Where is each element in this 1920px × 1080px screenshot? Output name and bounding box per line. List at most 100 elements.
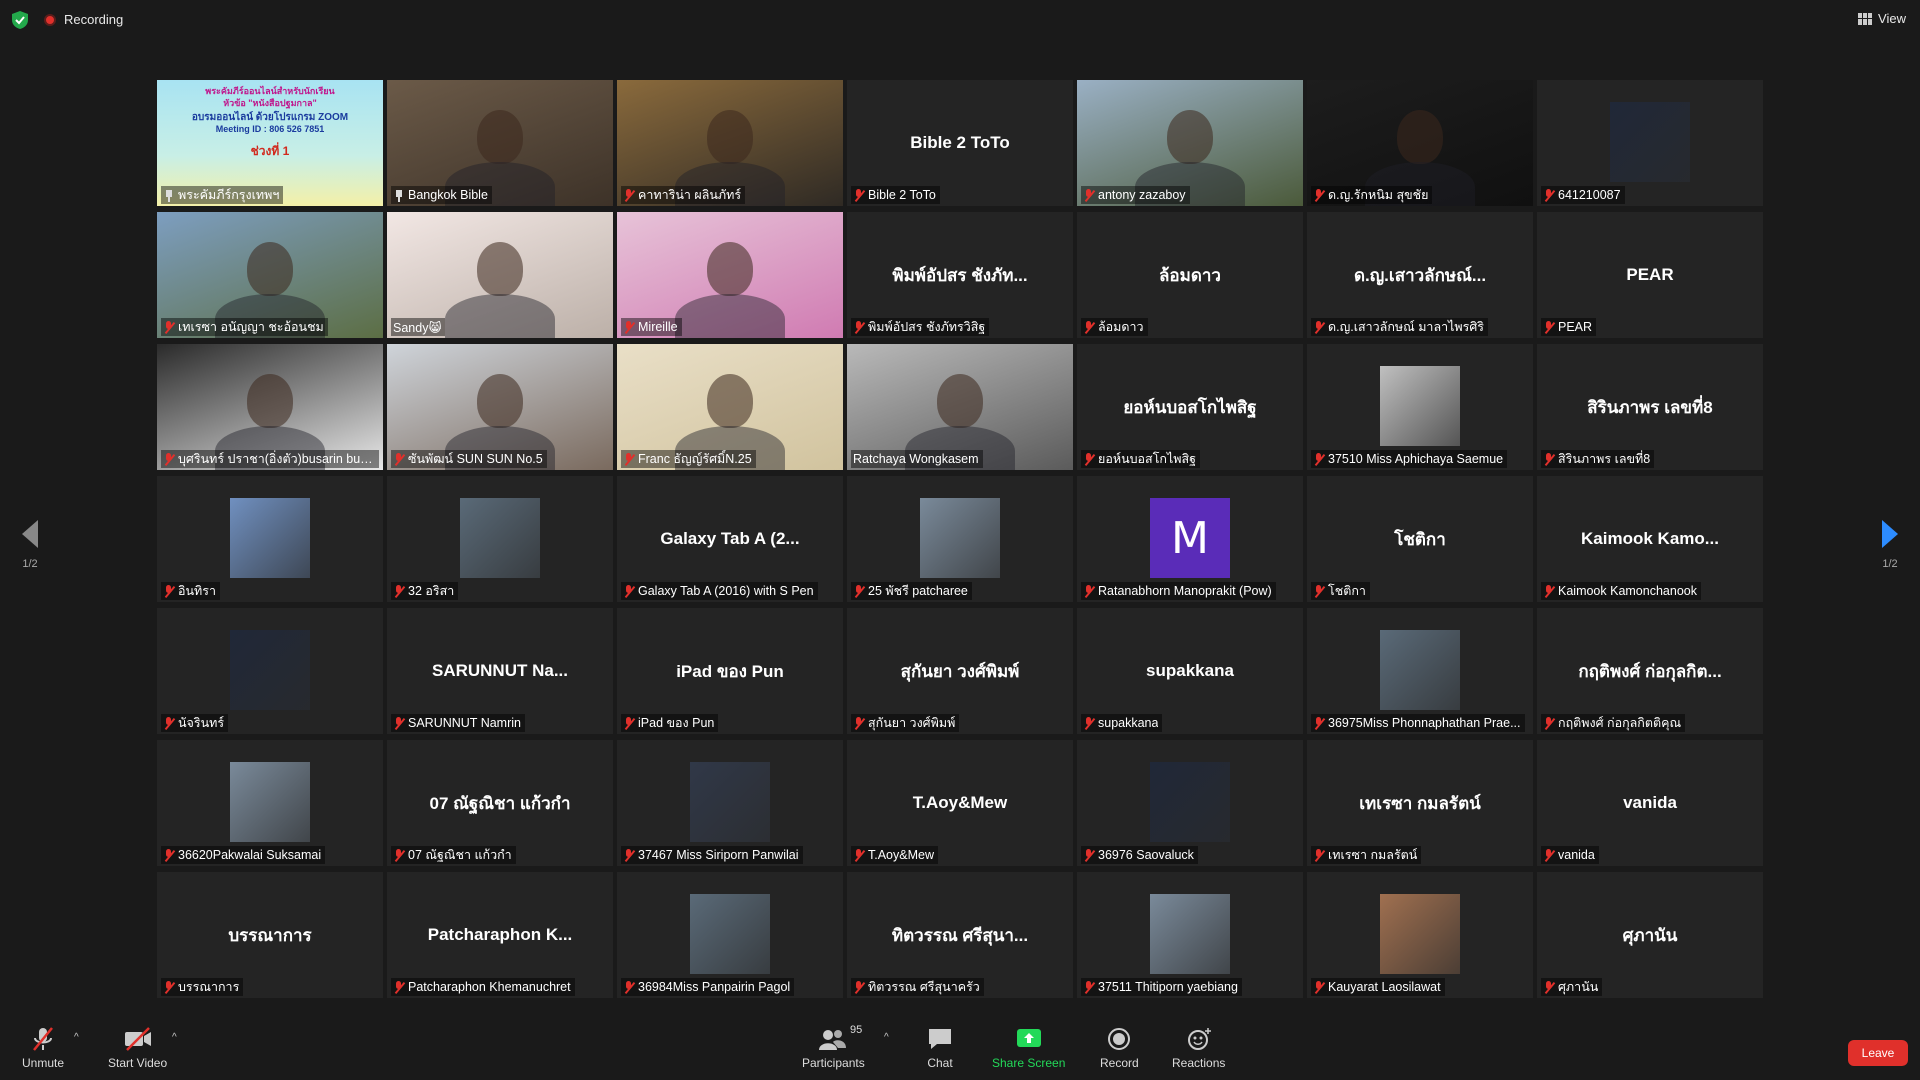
participant-name-label: กฤติพงศ์ ก่อกุลกิตติคุณ bbox=[1541, 714, 1686, 732]
participant-tile[interactable]: 07 ณัฐณิชา แก้วกำ 07 ณัฐณิชา แก้วกำ bbox=[387, 740, 613, 866]
participant-tile[interactable]: 36976 Saovaluck bbox=[1077, 740, 1303, 866]
participant-tile[interactable]: พระคัมภีร์ออนไลน์สำหรับนักเรียน หัวข้อ "ห… bbox=[157, 80, 383, 206]
participant-tile[interactable]: ยอห์นบอสโกไพสิฐ ยอห์นบอสโกไพสิฐ bbox=[1077, 344, 1303, 470]
participant-tile[interactable]: นัจรินทร์ bbox=[157, 608, 383, 734]
participant-tile[interactable]: SARUNNUT Na... SARUNNUT Namrin bbox=[387, 608, 613, 734]
participant-tile[interactable]: iPad ของ Pun iPad ของ Pun bbox=[617, 608, 843, 734]
participants-options-caret-icon[interactable]: ^ bbox=[884, 1032, 889, 1043]
mic-muted-icon bbox=[623, 320, 635, 334]
chat-button[interactable]: Chat bbox=[925, 1026, 955, 1070]
mic-muted-icon bbox=[1313, 320, 1325, 334]
person-body bbox=[675, 294, 785, 338]
participant-tile[interactable]: Kauyarat Laosilawat bbox=[1307, 872, 1533, 998]
record-icon bbox=[1108, 1028, 1131, 1050]
participant-tile[interactable]: Franc ธัญญ์รัศมิ์N.25 bbox=[617, 344, 843, 470]
participant-tile[interactable]: Kaimook Kamo... Kaimook Kamonchanook bbox=[1537, 476, 1763, 602]
participant-tile[interactable]: ด.ญ.เสาวลักษณ์... ด.ญ.เสาวลักษณ์ มาลาไพรศ… bbox=[1307, 212, 1533, 338]
participants-button[interactable]: 95 Participants bbox=[802, 1024, 865, 1070]
participant-tile[interactable]: บรรณาการ บรรณาการ bbox=[157, 872, 383, 998]
profile-picture bbox=[1150, 762, 1230, 842]
participant-tile[interactable]: M Ratanabhorn Manoprakit (Pow) bbox=[1077, 476, 1303, 602]
profile-picture bbox=[690, 762, 770, 842]
participant-tile[interactable]: คาทาริน่า ผลินภัทร์ bbox=[617, 80, 843, 206]
participant-tile[interactable]: บุศรินทร์ ปราชา(อิ่งตัว)busarin buakh... bbox=[157, 344, 383, 470]
participant-name: กฤติพงศ์ ก่อกุลกิตติคุณ bbox=[1558, 716, 1682, 730]
participant-name-label: พระคัมภีร์กรุงเทพฯ bbox=[161, 186, 284, 204]
previous-page-button[interactable]: 1/2 bbox=[10, 520, 50, 570]
participant-name: ยอห์นบอสโกไพสิฐ bbox=[1098, 452, 1197, 466]
unmute-button[interactable]: Unmute bbox=[22, 1026, 64, 1070]
share-screen-label: Share Screen bbox=[992, 1056, 1066, 1070]
participant-tile[interactable]: ทิตวรรณ ศรีสุนา... ทิตวรรณ ศรีสุนาครัว bbox=[847, 872, 1073, 998]
participant-tile[interactable]: สุกันยา วงศ์พิมพ์ สุกันยา วงศ์พิมพ์ bbox=[847, 608, 1073, 734]
participant-tile[interactable]: 641210087 bbox=[1537, 80, 1763, 206]
participant-name: ด.ญ.รักหนิม สุขชัย bbox=[1328, 188, 1429, 202]
recording-dot-icon bbox=[44, 13, 56, 26]
participant-tile[interactable]: 36984Miss Panpairin Pagol bbox=[617, 872, 843, 998]
participant-tile[interactable]: Galaxy Tab A (2... Galaxy Tab A (2016) wi… bbox=[617, 476, 843, 602]
participant-tile[interactable]: ซันพัฒน์ SUN SUN No.5 bbox=[387, 344, 613, 470]
participant-tile[interactable]: 37467 Miss Siriporn Panwilai bbox=[617, 740, 843, 866]
participant-name-label: พิมพ์อัปสร ชังภัทรวิสิฐ bbox=[851, 318, 990, 336]
view-button[interactable]: View bbox=[1858, 11, 1906, 26]
participant-tile[interactable]: เทเรซา กมลรัตน์ เทเรซา กมลรัตน์ bbox=[1307, 740, 1533, 866]
participant-tile[interactable]: Mireille bbox=[617, 212, 843, 338]
person-silhouette bbox=[477, 110, 523, 164]
participant-tile[interactable]: พิมพ์อัปสร ชังภัท... พิมพ์อัปสร ชังภัทรวิ… bbox=[847, 212, 1073, 338]
participant-tile[interactable]: ศุภานัน ศุภานัน bbox=[1537, 872, 1763, 998]
participant-tile[interactable]: Patcharaphon K... Patcharaphon Khemanuchr… bbox=[387, 872, 613, 998]
participant-name: ศุภานัน bbox=[1558, 980, 1599, 994]
next-page-button[interactable]: 1/2 bbox=[1870, 520, 1910, 570]
participant-name-label: 36984Miss Panpairin Pagol bbox=[621, 978, 795, 996]
participant-name-label: supakkana bbox=[1081, 714, 1163, 732]
participant-name-label: บุศรินทร์ ปราชา(อิ่งตัว)busarin buakh... bbox=[161, 450, 379, 468]
audio-options-caret-icon[interactable]: ^ bbox=[74, 1032, 79, 1043]
recording-indicator[interactable]: Recording bbox=[44, 12, 123, 27]
start-video-button[interactable]: Start Video bbox=[108, 1026, 167, 1070]
participant-name: ล้อมดาว bbox=[1098, 320, 1144, 334]
participant-tile[interactable]: vanida vanida bbox=[1537, 740, 1763, 866]
profile-picture bbox=[1150, 894, 1230, 974]
participant-name-label: 36976 Saovaluck bbox=[1081, 846, 1198, 864]
participant-tile[interactable]: เทเรซา อนัญญา ชะอ้อนชม bbox=[157, 212, 383, 338]
record-button[interactable]: Record bbox=[1100, 1026, 1139, 1070]
participant-tile[interactable]: supakkana supakkana bbox=[1077, 608, 1303, 734]
participant-name: Ratchaya Wongkasem bbox=[853, 452, 979, 466]
shield-icon[interactable] bbox=[12, 11, 28, 29]
participant-tile[interactable]: ด.ญ.รักหนิม สุขชัย bbox=[1307, 80, 1533, 206]
share-screen-button[interactable]: Share Screen bbox=[992, 1026, 1065, 1070]
participant-tile[interactable]: Bangkok Bible bbox=[387, 80, 613, 206]
participant-tile[interactable]: Ratchaya Wongkasem bbox=[847, 344, 1073, 470]
participant-name: ด.ญ.เสาวลักษณ์ มาลาไพรศิริ bbox=[1328, 320, 1485, 334]
participant-tile[interactable]: 36975Miss Phonnaphathan Prae... bbox=[1307, 608, 1533, 734]
participant-tile[interactable]: กฤติพงศ์ ก่อกุลกิต... กฤติพงศ์ ก่อกุลกิตต… bbox=[1537, 608, 1763, 734]
participant-tile[interactable]: 37511 Thitiporn yaebiang bbox=[1077, 872, 1303, 998]
participant-tile[interactable]: T.Aoy&Mew T.Aoy&Mew bbox=[847, 740, 1073, 866]
participant-name: Kauyarat Laosilawat bbox=[1328, 980, 1441, 994]
video-options-caret-icon[interactable]: ^ bbox=[172, 1032, 177, 1043]
participant-tile[interactable]: อินทิรา bbox=[157, 476, 383, 602]
mic-muted-icon bbox=[1543, 188, 1555, 202]
participant-tile[interactable]: 37510 Miss Aphichaya Saemue bbox=[1307, 344, 1533, 470]
mic-muted-icon bbox=[853, 716, 865, 730]
mic-muted-icon bbox=[393, 452, 405, 466]
participant-tile[interactable]: ล้อมดาว ล้อมดาว bbox=[1077, 212, 1303, 338]
participant-name-label: สุกันยา วงศ์พิมพ์ bbox=[851, 714, 960, 732]
participant-name-label: 36620Pakwalai Suksamai bbox=[161, 846, 326, 864]
participant-tile[interactable]: 25 พัชรี patcharee bbox=[847, 476, 1073, 602]
mic-muted-icon bbox=[163, 452, 175, 466]
participant-tile[interactable]: โชติกา โชติกา bbox=[1307, 476, 1533, 602]
mic-muted-icon bbox=[1543, 452, 1555, 466]
leave-button[interactable]: Leave bbox=[1848, 1040, 1908, 1066]
participant-tile[interactable]: สิรินภาพร เลขที่8 สิรินภาพร เลขที่8 bbox=[1537, 344, 1763, 470]
participant-tile[interactable]: 32 อริสา bbox=[387, 476, 613, 602]
participant-name: เทเรซา อนัญญา ชะอ้อนชม bbox=[178, 320, 324, 334]
participant-tile[interactable]: Sandy😸 bbox=[387, 212, 613, 338]
profile-picture bbox=[1380, 366, 1460, 446]
participant-tile[interactable]: PEAR PEAR bbox=[1537, 212, 1763, 338]
participant-tile[interactable]: Bible 2 ToTo Bible 2 ToTo bbox=[847, 80, 1073, 206]
mic-muted-icon bbox=[623, 188, 635, 202]
reactions-button[interactable]: Reactions bbox=[1172, 1026, 1225, 1070]
participant-tile[interactable]: antony zazaboy bbox=[1077, 80, 1303, 206]
participant-tile[interactable]: 36620Pakwalai Suksamai bbox=[157, 740, 383, 866]
